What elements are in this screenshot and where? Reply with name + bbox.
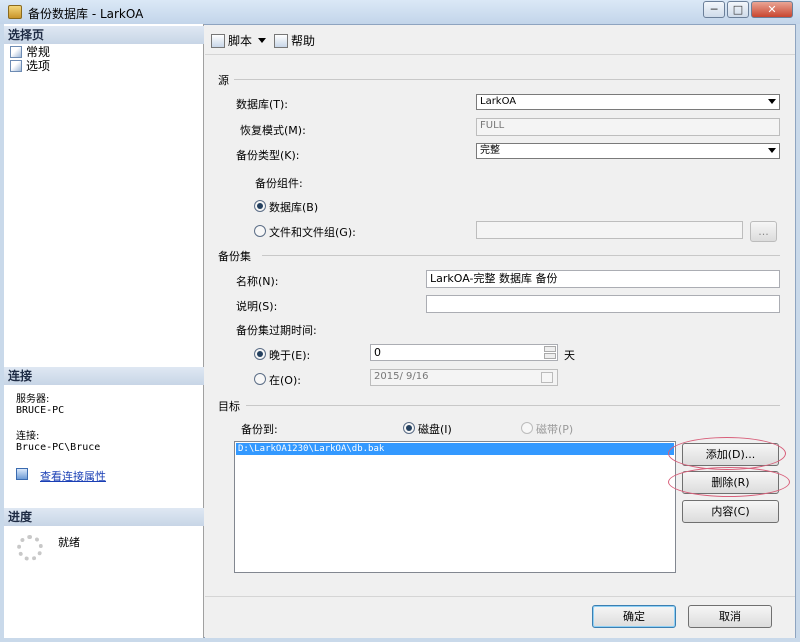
list-item[interactable]: D:\LarkOA1230\LarkOA\db.bak — [236, 443, 674, 455]
select-page-header: 选择页 — [4, 26, 204, 44]
destination-list[interactable] — [234, 441, 676, 573]
database-radio[interactable] — [254, 200, 266, 212]
spin-up-icon[interactable] — [544, 346, 556, 352]
expire-after-label: 晚于(E): — [269, 349, 311, 362]
divider — [234, 79, 780, 80]
highlight-ellipse — [668, 437, 786, 470]
recovery-model-field: FULL — [476, 118, 780, 136]
progress-header: 进度 — [4, 508, 204, 526]
nav-item-options[interactable]: 选项 — [10, 59, 50, 73]
expire-on-radio[interactable] — [254, 373, 266, 385]
description-input[interactable] — [426, 295, 780, 313]
script-button[interactable]: 脚本 — [211, 32, 267, 49]
browse-button[interactable]: ... — [750, 221, 777, 242]
tape-radio-label: 磁带(P) — [536, 423, 574, 436]
nav-item-general[interactable]: 常规 — [10, 45, 50, 59]
backup-component-label: 备份组件: — [255, 177, 303, 190]
connection-header: 连接 — [4, 367, 204, 385]
destination-group-title: 目标 — [218, 400, 240, 413]
backup-to-label: 备份到: — [241, 423, 278, 436]
server-value: BRUCE-PC — [16, 405, 65, 416]
expire-days-stepper[interactable]: 0 — [370, 344, 558, 361]
progress-spinner-icon — [17, 535, 43, 561]
disk-radio-label: 磁盘(I) — [418, 423, 452, 436]
tape-radio — [521, 422, 533, 434]
name-label: 名称(N): — [236, 275, 279, 288]
spin-down-icon[interactable] — [544, 353, 556, 359]
expire-date-picker: 2015/ 9/16 — [370, 369, 558, 386]
divider — [262, 255, 780, 256]
title-bar: 备份数据库 - LarkOA ─ □ ✕ — [0, 0, 800, 24]
disk-radio[interactable] — [403, 422, 415, 434]
backup-type-label: 备份类型(K): — [236, 149, 300, 162]
files-radio-label: 文件和文件组(G): — [269, 226, 356, 239]
recovery-model-label: 恢复模式(M): — [240, 124, 306, 137]
days-unit: 天 — [564, 349, 575, 362]
help-icon — [274, 34, 288, 48]
script-icon — [211, 34, 225, 48]
maximize-button[interactable]: □ — [727, 1, 749, 18]
database-radio-label: 数据库(B) — [269, 201, 319, 214]
divider — [246, 405, 780, 406]
close-button[interactable]: ✕ — [751, 1, 793, 18]
database-icon — [8, 5, 22, 19]
help-button[interactable]: 帮助 — [274, 32, 315, 49]
cancel-button[interactable]: 取消 — [688, 605, 772, 628]
database-label: 数据库(T): — [236, 98, 289, 111]
ok-button[interactable]: 确定 — [592, 605, 676, 628]
minimize-button[interactable]: ─ — [703, 1, 725, 18]
properties-icon — [16, 468, 28, 480]
page-icon — [10, 46, 22, 58]
highlight-ellipse — [668, 467, 790, 497]
expire-after-radio[interactable] — [254, 348, 266, 360]
description-label: 说明(S): — [236, 300, 278, 313]
chevron-down-icon — [258, 38, 267, 43]
page-icon — [10, 60, 22, 72]
filegroup-field — [476, 221, 743, 239]
expiration-label: 备份集过期时间: — [236, 324, 317, 337]
chevron-down-icon — [768, 148, 776, 153]
chevron-down-icon — [768, 99, 776, 104]
backup-set-group-title: 备份集 — [218, 250, 251, 263]
backup-name-input[interactable]: LarkOA-完整 数据库 备份 — [426, 270, 780, 288]
files-radio[interactable] — [254, 225, 266, 237]
expire-on-label: 在(O): — [269, 374, 301, 387]
database-combo[interactable]: LarkOA — [476, 94, 780, 110]
window-title: 备份数据库 - LarkOA — [28, 7, 144, 21]
view-connection-properties-link[interactable]: 查看连接属性 — [40, 468, 106, 484]
calendar-icon — [541, 372, 553, 383]
source-group-title: 源 — [218, 74, 229, 87]
contents-button[interactable]: 内容(C) — [682, 500, 779, 523]
progress-status: 就绪 — [58, 536, 80, 549]
connection-value: Bruce-PC\Bruce — [16, 442, 101, 453]
backup-type-combo[interactable]: 完整 — [476, 143, 780, 159]
